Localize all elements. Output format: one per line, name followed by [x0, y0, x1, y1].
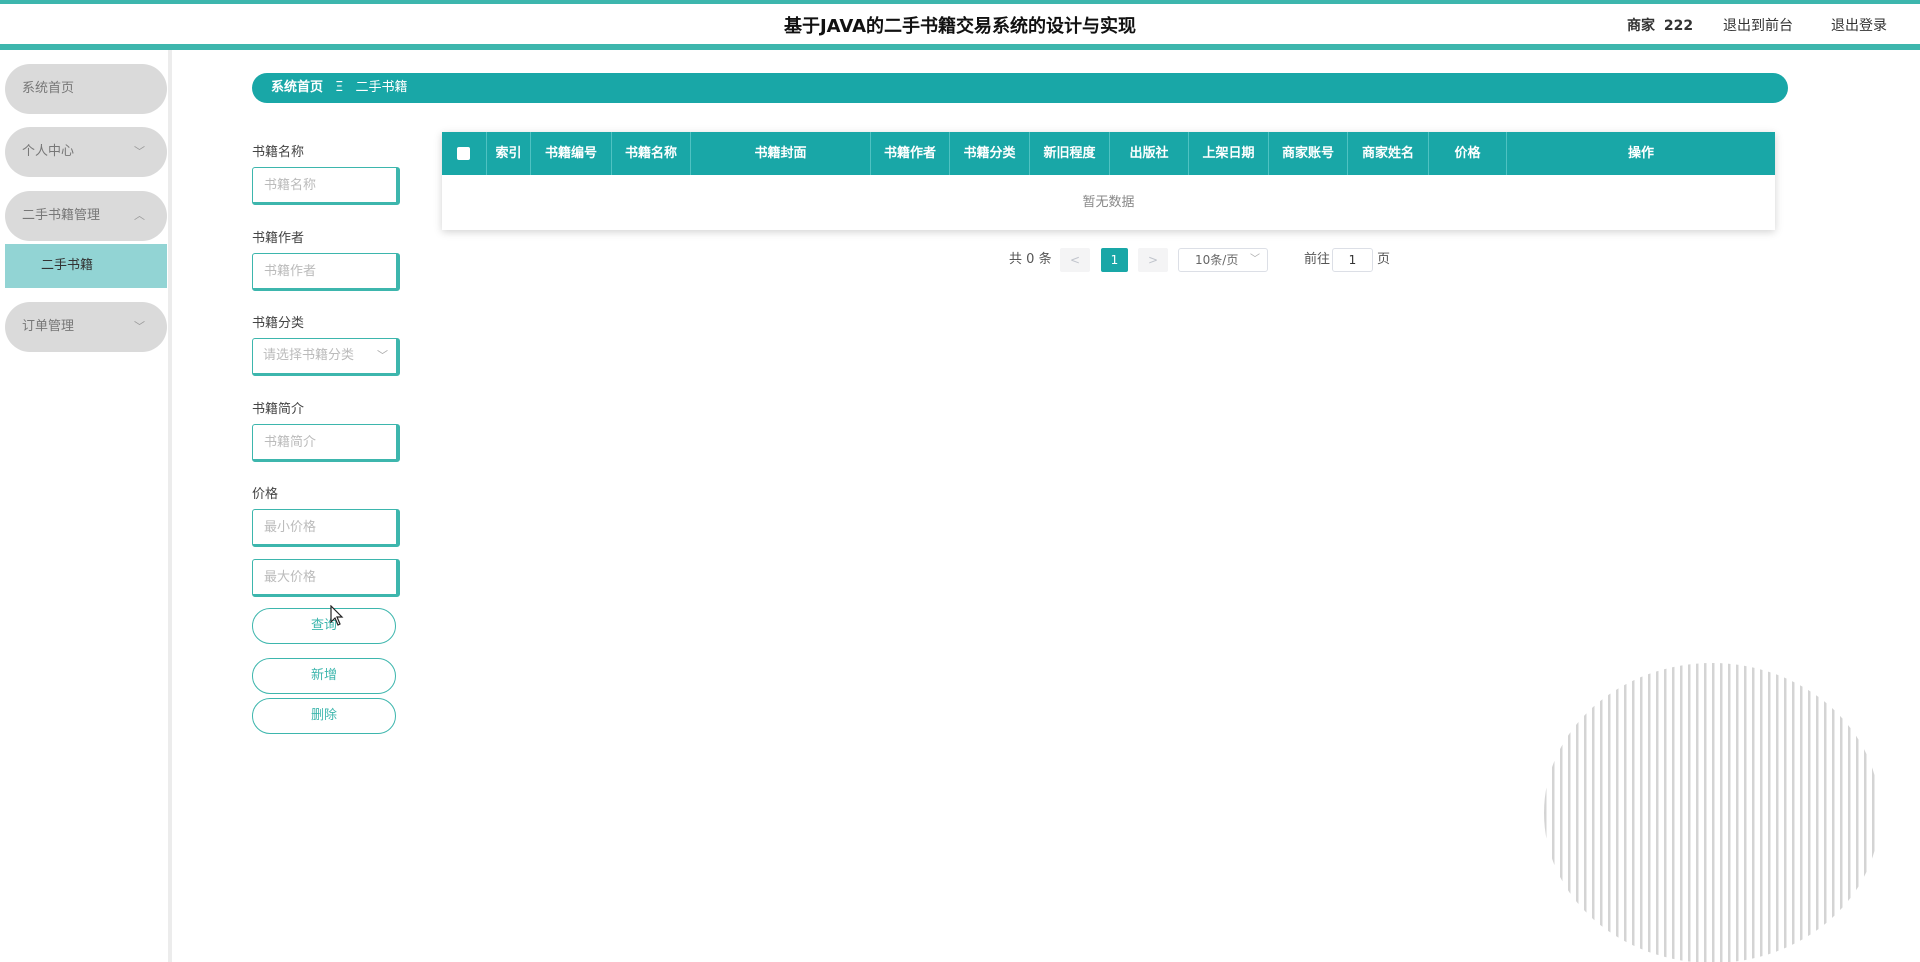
book-name-input[interactable] — [252, 167, 400, 205]
sidebar-subitem-second-hand-books[interactable]: 二手书籍 — [5, 244, 167, 288]
column-header: 商家姓名 — [1348, 132, 1429, 175]
goto-page-input[interactable] — [1332, 248, 1373, 272]
user-role: 商家 — [1627, 18, 1655, 34]
book-intro-input[interactable] — [252, 424, 400, 462]
next-page-button[interactable]: > — [1138, 248, 1168, 272]
delete-button[interactable]: 删除 — [252, 698, 396, 734]
book-category-placeholder: 请选择书籍分类 — [263, 348, 355, 363]
chevron-down-icon: ﹀ — [377, 349, 388, 362]
select-all-checkbox[interactable] — [457, 147, 470, 160]
prev-page-button[interactable]: < — [1060, 248, 1090, 272]
breadcrumb-separator-icon: Ξ — [335, 80, 344, 95]
sidebar-item-label: 订单管理 — [22, 319, 75, 334]
column-header: 书籍名称 — [612, 132, 691, 175]
sidebar-item-book-management[interactable]: 二手书籍管理 ︿ — [5, 191, 167, 241]
sidebar: 系统首页 个人中心 ﹀ 二手书籍管理 ︿ 二手书籍 订单管理 ﹀ — [0, 50, 172, 962]
column-header: 操作 — [1627, 146, 1654, 161]
sidebar-subitem-label: 二手书籍 — [41, 258, 94, 273]
sidebar-item-personal-center[interactable]: 个人中心 ﹀ — [5, 127, 167, 177]
column-header: 价格 — [1429, 132, 1507, 175]
column-header: 上架日期 — [1189, 132, 1269, 175]
book-author-input[interactable] — [252, 253, 400, 291]
query-button[interactable]: 查询 — [252, 608, 396, 644]
book-author-label: 书籍作者 — [252, 231, 305, 246]
pagination-total: 共 0 条 — [1009, 248, 1052, 272]
min-price-input[interactable] — [252, 509, 400, 547]
user-info: 商家 222 — [1627, 15, 1697, 35]
book-category-label: 书籍分类 — [252, 316, 305, 331]
sidebar-item-order-management[interactable]: 订单管理 ﹀ — [5, 302, 167, 352]
sidebar-item-label: 个人中心 — [22, 144, 75, 159]
breadcrumb-current: 二手书籍 — [355, 80, 408, 95]
sidebar-item-home[interactable]: 系统首页 — [5, 64, 167, 114]
chevron-down-icon: ﹀ — [1250, 254, 1260, 265]
top-header: 基于JAVA的二手书籍交易系统的设计与实现 商家 222 退出到前台 退出登录 — [0, 0, 1920, 50]
column-header: 商家账号 — [1269, 132, 1348, 175]
column-header: 索引 — [487, 132, 531, 175]
column-header: 书籍编号 — [531, 132, 612, 175]
sidebar-item-label: 系统首页 — [22, 81, 75, 96]
mouse-cursor-icon — [330, 605, 344, 626]
column-header: 新旧程度 — [1030, 132, 1110, 175]
total-suffix: 条 — [1038, 252, 1052, 267]
goto-prefix: 前往 — [1304, 252, 1331, 267]
goto-suffix: 页 — [1377, 252, 1391, 267]
page-number-button[interactable]: 1 — [1101, 248, 1128, 272]
book-category-select[interactable]: 请选择书籍分类 ﹀ — [252, 338, 400, 376]
max-price-input[interactable] — [252, 559, 400, 597]
breadcrumb: 系统首页 Ξ 二手书籍 — [252, 73, 1788, 103]
empty-state: 暂无数据 — [1082, 195, 1135, 210]
book-table: 索引 书籍编号 书籍名称 书籍封面 书籍作者 书籍分类 新旧程度 出版社 上架日… — [442, 132, 1775, 230]
exit-to-front-link[interactable]: 退出到前台 — [1723, 15, 1793, 35]
price-label: 价格 — [252, 487, 279, 502]
chevron-up-icon: ︿ — [134, 209, 145, 222]
chevron-down-icon: ﹀ — [134, 145, 145, 158]
decorative-striped-circle — [1544, 663, 1880, 962]
logout-link[interactable]: 退出登录 — [1831, 15, 1887, 35]
total-prefix: 共 — [1009, 252, 1023, 267]
column-header: 书籍作者 — [871, 132, 950, 175]
breadcrumb-home[interactable]: 系统首页 — [271, 80, 323, 95]
total-count: 0 — [1026, 252, 1035, 267]
page-size-select[interactable]: 10条/页 ﹀ — [1178, 248, 1268, 272]
sidebar-item-label: 二手书籍管理 — [22, 208, 101, 223]
column-header: 书籍封面 — [691, 132, 871, 175]
column-header: 书籍分类 — [950, 132, 1030, 175]
page-size-value: 10条/页 — [1195, 253, 1239, 267]
table-header: 索引 书籍编号 书籍名称 书籍封面 书籍作者 书籍分类 新旧程度 出版社 上架日… — [442, 132, 1775, 175]
add-button[interactable]: 新增 — [252, 658, 396, 694]
column-header: 出版社 — [1110, 132, 1189, 175]
chevron-down-icon: ﹀ — [134, 320, 145, 333]
user-name: 222 — [1663, 18, 1694, 34]
book-name-label: 书籍名称 — [252, 145, 305, 160]
book-intro-label: 书籍简介 — [252, 402, 305, 417]
select-all-cell — [442, 132, 487, 175]
